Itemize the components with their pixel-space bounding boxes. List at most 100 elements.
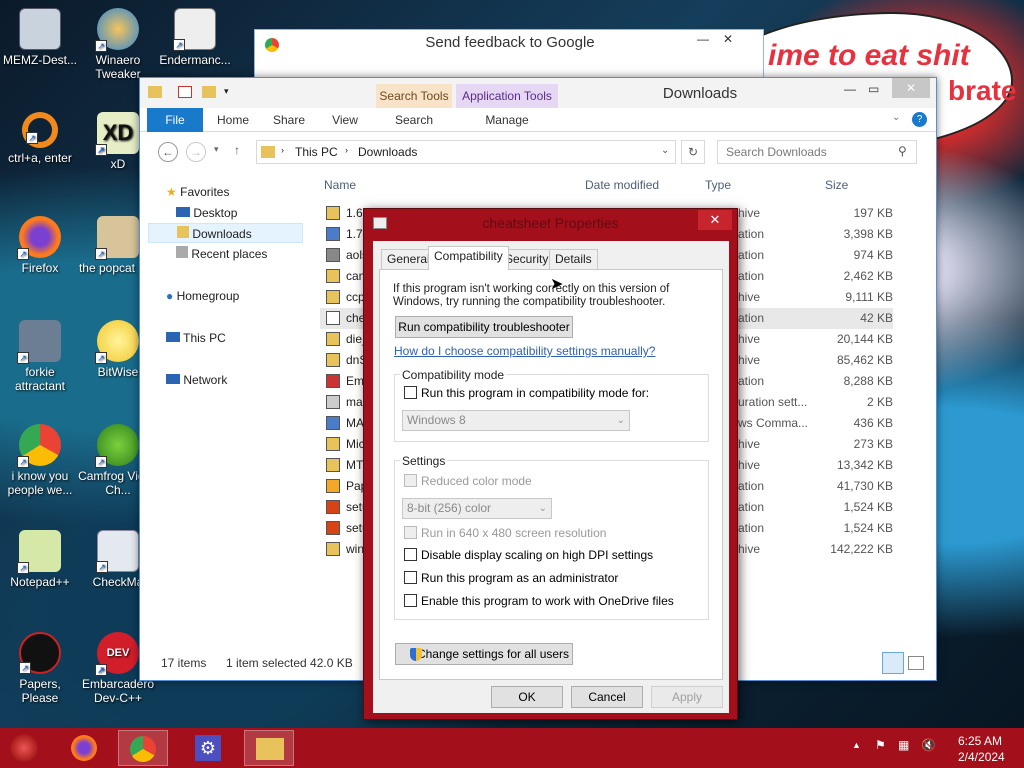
- volume-mute-icon[interactable]: 🔇: [921, 738, 936, 752]
- nav-homegroup[interactable]: ● Homegroup: [166, 286, 239, 306]
- new-folder-icon[interactable]: [202, 86, 216, 98]
- taskbar-file-explorer[interactable]: [244, 730, 294, 766]
- file-size: 8,288 KB: [843, 374, 893, 388]
- close-button[interactable]: ✕: [723, 32, 733, 46]
- taskbar: ⚙ ▲ ⚑ ▦ 🔇 6:25 AM 2/4/2024: [0, 728, 1024, 768]
- chevron-down-icon[interactable]: ▾: [224, 86, 229, 97]
- column-header-type[interactable]: Type: [705, 178, 731, 192]
- search-input[interactable]: Search Downloads: [717, 140, 917, 164]
- clock-time[interactable]: 6:25 AM: [958, 734, 1002, 748]
- icon-label: Firefox: [21, 261, 59, 275]
- file-type: ation: [738, 311, 765, 325]
- breadcrumb-downloads[interactable]: Downloads: [358, 145, 417, 159]
- close-button[interactable]: ✕: [892, 78, 930, 98]
- taskbar-chrome[interactable]: [118, 730, 168, 766]
- column-header-size[interactable]: Size: [825, 178, 848, 192]
- desktop-icon-memz[interactable]: MEMZ-Dest...: [0, 8, 80, 67]
- address-bar[interactable]: › This PC › Downloads ⌄: [256, 140, 676, 164]
- tab-details[interactable]: Details: [549, 249, 598, 269]
- properties-icon[interactable]: [178, 86, 192, 98]
- notepadpp-icon: ↗: [17, 530, 61, 574]
- onedrive-checkbox[interactable]: Enable this program to work with OneDriv…: [404, 594, 674, 608]
- ok-button[interactable]: OK: [491, 686, 563, 708]
- file-name: MT: [346, 458, 364, 472]
- run-640x480-checkbox[interactable]: Run in 640 x 480 screen resolution: [404, 526, 606, 540]
- nav-downloads[interactable]: Downloads: [148, 223, 303, 243]
- network-icon[interactable]: ▦: [898, 738, 909, 752]
- minimize-button[interactable]: —: [697, 32, 709, 46]
- run-as-admin-checkbox[interactable]: Run this program as an administrator: [404, 571, 618, 585]
- file-name: ccp: [346, 290, 365, 304]
- column-header-date[interactable]: Date modified: [585, 178, 659, 192]
- checkbox-label: Reduced color mode: [421, 474, 532, 488]
- desktop-icon-chrome[interactable]: ↗ i know you people we...: [0, 424, 80, 497]
- details-view-icon[interactable]: [882, 652, 904, 674]
- clock-date[interactable]: 2/4/2024: [958, 750, 1005, 764]
- mouse-cursor-icon: ➤: [550, 276, 564, 293]
- start-button[interactable]: [10, 734, 38, 762]
- chevron-up-icon[interactable]: ▲: [852, 740, 861, 750]
- tab-file[interactable]: File: [147, 108, 203, 132]
- taskbar-settings[interactable]: ⚙: [184, 730, 234, 766]
- close-button[interactable]: ✕: [698, 210, 732, 230]
- tab-compatibility[interactable]: Compatibility: [428, 246, 509, 270]
- file-size: 41,730 KB: [836, 479, 893, 493]
- up-arrow-icon[interactable]: ↑: [234, 143, 240, 157]
- change-all-users-button[interactable]: Change settings for all users: [395, 643, 573, 665]
- icon-label: i know you people we...: [7, 469, 73, 497]
- color-depth-select[interactable]: 8-bit (256) color ⌄: [402, 498, 552, 519]
- tab-manage[interactable]: Manage: [456, 108, 558, 132]
- taskbar-firefox[interactable]: [60, 730, 110, 766]
- disable-dpi-scaling-checkbox[interactable]: Disable display scaling on high DPI sett…: [404, 548, 653, 562]
- desktop-icon-notepadpp[interactable]: ↗ Notepad++: [0, 530, 80, 589]
- desktop-icon-ctrl-a[interactable]: ↗ ctrl+a, enter: [0, 112, 80, 165]
- file-type: ation: [738, 269, 765, 283]
- nav-this-pc[interactable]: This PC: [166, 328, 226, 348]
- apply-button[interactable]: Apply: [651, 686, 723, 708]
- checkbox-label: Run in 640 x 480 screen resolution: [421, 526, 607, 540]
- cancel-button[interactable]: Cancel: [571, 686, 643, 708]
- refresh-icon[interactable]: ↻: [681, 140, 705, 164]
- chevron-down-icon[interactable]: ⌄: [661, 145, 669, 156]
- minimize-button[interactable]: —: [844, 82, 856, 96]
- desktop-icon-firefox[interactable]: ↗ Firefox: [0, 216, 80, 275]
- file-icon: [326, 479, 340, 493]
- maximize-button[interactable]: ▭: [868, 82, 879, 96]
- checkbox-box: [404, 548, 417, 561]
- nav-recent-places[interactable]: Recent places: [176, 244, 267, 264]
- run-troubleshooter-button[interactable]: Run compatibility troubleshooter: [395, 316, 573, 338]
- chevron-down-icon[interactable]: ⌄: [892, 112, 900, 123]
- search-icon[interactable]: ⚲: [898, 144, 907, 158]
- large-icons-view-icon[interactable]: [908, 656, 924, 670]
- tab-home[interactable]: Home: [206, 108, 260, 132]
- column-header-name[interactable]: Name: [324, 178, 356, 192]
- tab-share[interactable]: Share: [264, 108, 314, 132]
- chevron-down-icon[interactable]: ▾: [214, 144, 219, 155]
- desktop-icon-endermanch[interactable]: ↗ Endermanc...: [155, 8, 235, 67]
- forward-arrow-icon[interactable]: →: [186, 142, 206, 162]
- gears-icon: ↗: [17, 320, 61, 364]
- desktop-icon-winaero[interactable]: ↗ Winaero Tweaker: [78, 8, 158, 81]
- nav-favorites[interactable]: ★ Favorites: [166, 182, 229, 202]
- nav-network[interactable]: Network: [166, 370, 227, 390]
- nav-desktop[interactable]: Desktop: [176, 203, 237, 223]
- help-icon[interactable]: ?: [912, 112, 927, 127]
- desktop-icon-papers-please[interactable]: ↗ Papers, Please: [0, 632, 80, 705]
- recent-places-icon: [176, 246, 188, 258]
- compat-os-select[interactable]: Windows 8 ⌄: [402, 410, 630, 431]
- desktop-icon-forkie[interactable]: ↗ forkie attractant: [0, 320, 80, 393]
- tab-view[interactable]: View: [320, 108, 370, 132]
- icon-label: BitWise: [97, 365, 139, 379]
- flag-icon[interactable]: ⚑: [875, 738, 886, 752]
- group-label: Compatibility mode: [400, 368, 507, 382]
- file-icon: [326, 311, 340, 325]
- breadcrumb-this-pc[interactable]: This PC: [295, 145, 338, 159]
- checkbox-label: Run this program in compatibility mode f…: [421, 386, 650, 400]
- reduced-color-checkbox[interactable]: Reduced color mode: [404, 474, 532, 488]
- back-arrow-icon[interactable]: ←: [158, 142, 178, 162]
- compat-mode-checkbox[interactable]: Run this program in compatibility mode f…: [404, 386, 649, 400]
- breadcrumb-separator: ›: [281, 145, 284, 155]
- manual-settings-link[interactable]: How do I choose compatibility settings m…: [394, 344, 655, 358]
- tab-search[interactable]: Search: [376, 108, 452, 132]
- chevron-down-icon: ⌄: [538, 503, 547, 514]
